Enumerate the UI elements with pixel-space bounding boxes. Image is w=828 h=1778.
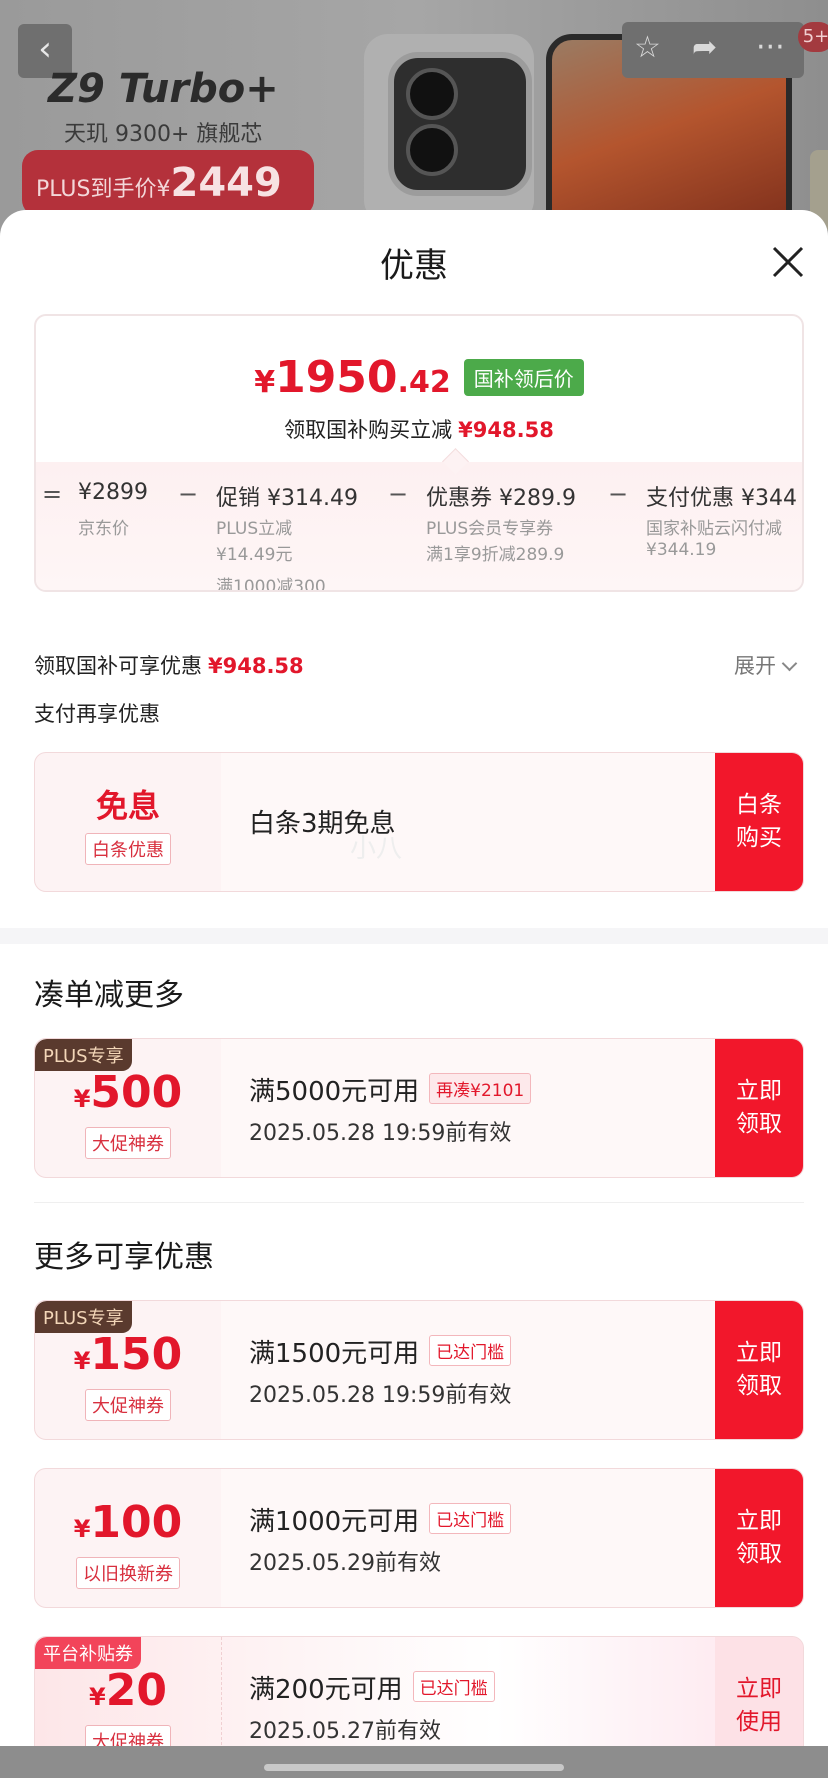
coupon-left: PLUS专享 ¥150 大促神券 bbox=[35, 1301, 222, 1439]
coupon-sub: PLUS会员专享券 bbox=[426, 519, 554, 539]
bottom-bar bbox=[0, 1746, 828, 1778]
promo-sub: 满1000减300 bbox=[216, 577, 326, 592]
baitiao-type: 白条优惠 bbox=[85, 833, 171, 865]
coupon-amount: ¥100 bbox=[73, 1497, 183, 1548]
baitiao-card: 免息 白条优惠 白条3期免息 白条购买 bbox=[34, 752, 804, 892]
section-divider bbox=[0, 928, 828, 944]
coupon-amount: ¥500 bbox=[73, 1067, 183, 1118]
coupon-left: ¥100 以旧换新券 bbox=[35, 1469, 222, 1607]
expand-button[interactable]: 展开 bbox=[734, 650, 798, 680]
close-icon[interactable] bbox=[770, 244, 806, 280]
chevron-down-icon bbox=[781, 655, 798, 672]
coupon-condition: 满1500元可用 已达门槛 bbox=[249, 1333, 512, 1370]
coupon-price: 优惠券 ¥289.9 bbox=[426, 486, 576, 511]
claim-button[interactable]: 立即领取 bbox=[715, 1469, 803, 1607]
coupon-body: 满1000元可用 已达门槛 2025.05.29前有效 bbox=[221, 1469, 757, 1607]
coupon-condition: 满5000元可用 再凑¥2101 bbox=[249, 1071, 532, 1108]
promo-sub: PLUS立减 bbox=[216, 519, 293, 539]
coupon-body: 满5000元可用 再凑¥2101 2025.05.28 19:59前有效 bbox=[221, 1039, 757, 1177]
coupon-type: 大促神券 bbox=[85, 1389, 171, 1421]
chip-line: 天玑 9300+ 旗舰芯 bbox=[64, 122, 263, 147]
coupon-tag: 已达门槛 bbox=[429, 1335, 512, 1366]
price-breakdown-card: ¥1950.42 国补领后价 领取国补购买立减 ¥948.58 = ¥2899 京… bbox=[34, 314, 804, 592]
top-actions-bar: ☆ ➦ ··· bbox=[622, 22, 804, 78]
coupon-body: 白条3期免息 bbox=[221, 753, 757, 891]
coupon-tag: 已达门槛 bbox=[412, 1671, 495, 1702]
jd-price-sub: 京东价 bbox=[78, 519, 129, 539]
plus-price-label: PLUS到手价¥ bbox=[36, 177, 171, 202]
coupon-amount: ¥20 bbox=[89, 1665, 167, 1716]
payment-discount: 支付优惠 ¥344 bbox=[646, 486, 797, 511]
section-title-more: 更多可享优惠 bbox=[34, 1240, 214, 1275]
coupon-left: PLUS专享 ¥500 大促神券 bbox=[35, 1039, 222, 1177]
coupon-card: PLUS专享 ¥150 大促神券 满1500元可用 已达门槛 2025.05.28… bbox=[34, 1300, 804, 1440]
camera-lens bbox=[406, 68, 458, 120]
coupon-date: 2025.05.28 19:59前有效 bbox=[249, 1383, 512, 1408]
coupon-type: 以旧换新券 bbox=[76, 1557, 180, 1589]
subsidy-line: 领取国补购买立减 ¥948.58 bbox=[284, 418, 554, 442]
coupon-body: 满1500元可用 已达门槛 2025.05.28 19:59前有效 bbox=[221, 1301, 757, 1439]
baitiao-amount: 免息 bbox=[95, 787, 160, 825]
plus-price-badge: PLUS到手价¥2449 bbox=[22, 150, 314, 216]
jd-price: ¥2899 bbox=[78, 480, 148, 505]
claim-button[interactable]: 立即领取 bbox=[715, 1039, 803, 1177]
operator: − bbox=[178, 480, 199, 508]
more-icon[interactable]: ··· bbox=[756, 30, 785, 65]
coupon-type: 大促神券 bbox=[85, 1127, 171, 1159]
home-indicator[interactable] bbox=[264, 1764, 564, 1771]
coupon-condition: 满1000元可用 已达门槛 bbox=[249, 1501, 512, 1538]
operator: − bbox=[608, 480, 629, 508]
coupon-date: 2025.05.29前有效 bbox=[249, 1551, 441, 1576]
final-price-row: ¥1950.42 国补领后价 bbox=[36, 352, 802, 403]
final-price: ¥1950.42 bbox=[254, 352, 451, 403]
promo-price: 促销 ¥314.49 bbox=[216, 486, 358, 511]
pay-section-label: 支付再享优惠 bbox=[34, 702, 160, 726]
promo-sub: ¥14.49元 bbox=[216, 545, 293, 565]
sheet-title: 优惠 bbox=[380, 246, 448, 286]
subsidy-row: 领取国补可享优惠 ¥948.58 bbox=[34, 654, 304, 678]
coupon-card: PLUS专享 ¥500 大促神券 满5000元可用 再凑¥2101 2025.05… bbox=[34, 1038, 804, 1178]
coupon-condition: 满200元可用 已达门槛 bbox=[249, 1669, 495, 1706]
camera-module-image bbox=[388, 52, 532, 196]
price-breakdown-row[interactable]: = ¥2899 京东价 − 促销 ¥314.49 PLUS立减 ¥14.49元 … bbox=[36, 462, 802, 592]
coupon-sub: 满1享9折减289.9 bbox=[426, 545, 565, 565]
plus-price-value: 2449 bbox=[170, 160, 282, 206]
coupon-date: 2025.05.27前有效 bbox=[249, 1719, 441, 1744]
payment-sub: ¥344.19 bbox=[646, 540, 717, 560]
share-icon[interactable]: ➦ bbox=[692, 30, 717, 65]
coupon-tag: 再凑¥2101 bbox=[429, 1073, 532, 1104]
divider bbox=[34, 1202, 804, 1203]
operator: − bbox=[388, 480, 409, 508]
coupon-tag: 已达门槛 bbox=[429, 1503, 512, 1534]
coupon-amount: ¥150 bbox=[73, 1329, 183, 1380]
coupon-left: 免息 白条优惠 bbox=[35, 753, 222, 891]
notification-badge: 5+ bbox=[798, 22, 828, 52]
price-tag: 国补领后价 bbox=[463, 359, 584, 396]
baitiao-buy-button[interactable]: 白条购买 bbox=[715, 753, 803, 891]
camera-lens bbox=[406, 124, 458, 176]
product-banner: ‹ Z9 Turbo+ 天玑 9300+ 旗舰芯 PLUS到手价¥2449 ☆ … bbox=[0, 0, 828, 230]
product-title: Z9 Turbo+ bbox=[48, 66, 279, 112]
payment-sub: 国家补贴云闪付减 bbox=[646, 519, 782, 539]
watermark: 小八 bbox=[350, 834, 403, 864]
coupon-date: 2025.05.28 19:59前有效 bbox=[249, 1121, 512, 1146]
star-icon[interactable]: ☆ bbox=[634, 30, 661, 65]
claim-button[interactable]: 立即领取 bbox=[715, 1301, 803, 1439]
section-title-combine: 凑单减更多 bbox=[34, 978, 184, 1013]
discount-sheet: 优惠 ¥1950.42 国补领后价 领取国补购买立减 ¥948.58 = ¥289… bbox=[0, 210, 828, 1778]
operator: = bbox=[42, 480, 63, 508]
coupon-card: ¥100 以旧换新券 满1000元可用 已达门槛 2025.05.29前有效 立即… bbox=[34, 1468, 804, 1608]
